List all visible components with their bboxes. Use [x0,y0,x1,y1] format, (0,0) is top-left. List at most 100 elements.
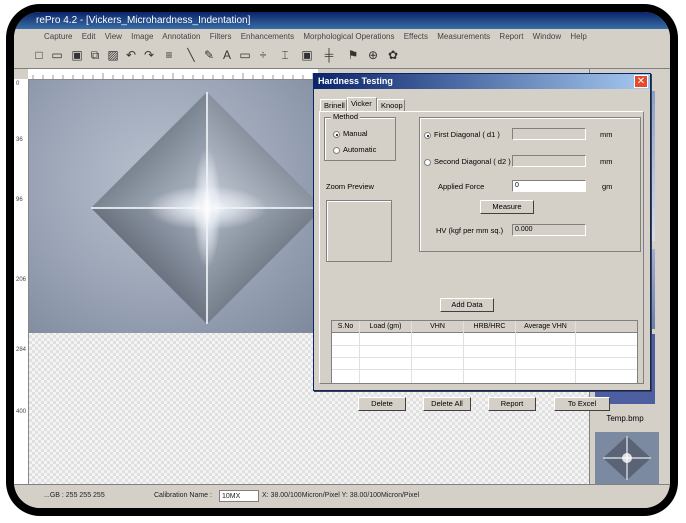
menu-capture[interactable]: Capture [44,32,72,41]
first-diagonal-radio[interactable] [424,132,431,139]
crosshair-icon[interactable]: ÷ [256,48,270,62]
menu-report[interactable]: Report [499,32,523,41]
column-header-vhn: VHN [412,321,464,332]
redo-icon[interactable]: ↷ [142,48,156,62]
automatic-label: Automatic [343,145,377,154]
applied-force-label: Applied Force [438,182,485,191]
applied-force-field[interactable]: 0 [512,180,586,192]
column-header-average-vhn: Average VHN [516,321,576,332]
vicker-tab-panel: Method Manual Automatic Zoom Preview Fir… [319,111,644,411]
window-title-bar: rePro 4.2 - [Vickers_Microhardness_Inden… [14,12,670,29]
settings-icon[interactable]: ✿ [386,48,400,62]
filter-icon[interactable]: ≡ [162,48,176,62]
application-screen: rePro 4.2 - [Vickers_Microhardness_Inden… [14,12,670,508]
table-row[interactable] [332,357,637,358]
close-icon[interactable]: ✕ [634,75,648,88]
zoom-preview-box [326,200,392,262]
menu-edit[interactable]: Edit [82,32,96,41]
menu-enhancements[interactable]: Enhancements [241,32,294,41]
micrograph-image[interactable] [29,80,319,333]
tab-vicker[interactable]: Vicker [347,97,377,111]
menu-view[interactable]: View [105,32,122,41]
menu-window[interactable]: Window [533,32,561,41]
new-file-icon[interactable]: □ [32,48,46,62]
measure-icon[interactable]: ⌶ [278,48,292,62]
to-excel-button[interactable]: To Excel [554,397,610,411]
ruler-mark: 96 [16,197,23,203]
second-diagonal-label: Second Diagonal ( d2 ) [434,157,511,166]
dialog-title: Hardness Testing [318,76,393,86]
capture-icon[interactable]: ▣ [70,48,84,62]
table-header: S.No Load (gm) VHN HRB/HRC Average VHN [332,321,637,333]
zoom-preview-label: Zoom Preview [326,182,374,191]
ruler-mark: 206 [16,277,27,283]
table-gridline [515,321,516,383]
top-ruler [28,69,318,80]
method-groupbox: Method Manual Automatic [324,112,396,161]
second-diagonal-radio[interactable] [424,159,431,166]
text-icon[interactable]: A [220,48,234,62]
results-table: S.No Load (gm) VHN HRB/HRC Average VHN [331,320,638,384]
delete-all-button[interactable]: Delete All [423,397,471,411]
column-header-load: Load (gm) [360,321,412,332]
vickers-indentation [91,92,319,324]
menu-filters[interactable]: Filters [210,32,232,41]
second-diagonal-field[interactable] [512,155,586,167]
hardness-testing-dialog: Hardness Testing ✕ Brinell Vicker Knoop … [313,73,651,411]
table-row[interactable] [332,345,637,346]
column-header-hrb-hrc: HRB/HRC [464,321,516,332]
open-folder-icon[interactable]: ▭ [50,48,64,62]
undo-icon[interactable]: ↶ [124,48,138,62]
ruler-mark: 0 [16,81,20,87]
first-diagonal-field[interactable] [512,128,586,140]
status-bar: ...GB : 255 255 255 Calibration Name : 1… [14,484,670,508]
status-scale: X: 38.00/100Micron/Pixel Y: 38.00/100Mic… [262,492,420,499]
method-legend: Method [331,112,361,121]
zoom-icon[interactable]: ⊕ [366,48,380,62]
menu-image[interactable]: Image [131,32,153,41]
table-gridline [411,321,412,383]
menu-measurements[interactable]: Measurements [437,32,490,41]
brush-icon[interactable]: ⚑ [346,48,360,62]
applied-force-unit: gm [602,182,613,191]
menu-morphological[interactable]: Morphological Operations [303,32,394,41]
image-icon[interactable]: ▨ [106,48,120,62]
measurement-groupbox: First Diagonal ( d1 ) mm Second Diagonal… [419,117,641,252]
display-icon[interactable]: ▣ [300,48,314,62]
ruler-ticks [32,73,314,79]
first-diagonal-unit: mm [600,130,613,139]
manual-radio[interactable] [333,131,340,138]
table-row[interactable] [332,369,637,370]
menu-annotation[interactable]: Annotation [162,32,200,41]
add-data-button[interactable]: Add Data [440,298,494,312]
tab-brinell[interactable]: Brinell [320,99,347,111]
hv-field: 0.000 [512,224,586,236]
thumbnail-label: Temp.bmp [606,414,644,423]
thumbnail-indentation [603,436,651,480]
table-gridline [463,321,464,383]
menu-effects[interactable]: Effects [404,32,428,41]
column-header-sno: S.No [332,321,360,332]
tab-knoop[interactable]: Knoop [377,99,405,111]
copy-icon[interactable]: ⧉ [88,48,102,62]
automatic-radio[interactable] [333,147,340,154]
rounded-frame: rePro 4.2 - [Vickers_Microhardness_Inden… [6,4,678,516]
second-diagonal-unit: mm [600,157,613,166]
thumbnail-temp-image[interactable] [595,432,659,484]
table-gridline [575,321,576,383]
measure-button[interactable]: Measure [480,200,534,214]
line-icon[interactable]: ╲ [184,48,198,62]
manual-label: Manual [343,129,368,138]
pencil-icon[interactable]: ✎ [202,48,216,62]
delete-button[interactable]: Delete [358,397,406,411]
split-icon[interactable]: ╪ [322,48,336,62]
calibration-label: Calibration Name : [154,492,212,499]
calibration-select[interactable]: 10MX [219,490,259,502]
table-gridline [359,321,360,383]
dialog-title-bar[interactable]: Hardness Testing [314,74,650,89]
rectangle-icon[interactable]: ▭ [238,48,252,62]
toolbar: □ ▭ ▣ ⧉ ▨ ↶ ↷ ≡ ╲ ✎ A ▭ ÷ ⌶ ▣ ╪ ⚑ ⊕ ✿ [14,44,670,69]
first-diagonal-label: First Diagonal ( d1 ) [434,130,500,139]
menu-help[interactable]: Help [570,32,586,41]
report-button[interactable]: Report [488,397,536,411]
